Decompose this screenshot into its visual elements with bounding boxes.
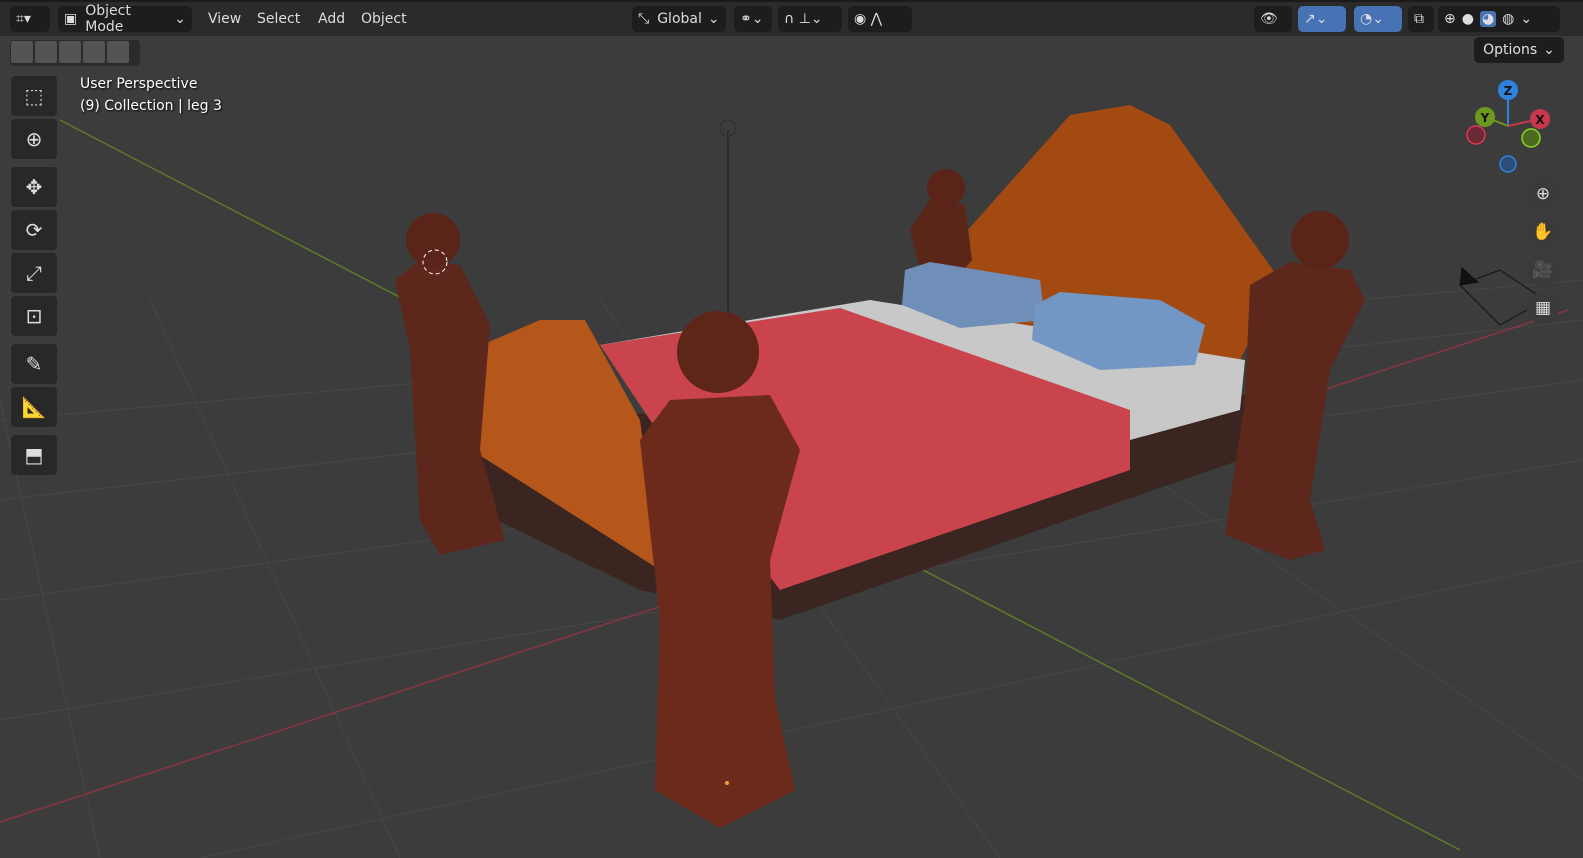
collection-label: (9) Collection | leg 3 [80,98,222,114]
menu-select[interactable]: Select [257,11,300,27]
grid-perspective-icon: ▦ [1534,298,1552,318]
rotate-icon: ⟳ [25,218,43,242]
origin-point [725,781,729,785]
zoom-view-button[interactable]: ⊕ [1527,178,1559,210]
object-mode-icon: ▣ [64,11,78,27]
options-label: Options [1483,42,1538,58]
perspective-toggle-button[interactable]: ▦ [1527,292,1559,324]
3d-viewport-icon: ⌗▾ [16,11,31,27]
measure-icon: 📐 [21,395,47,419]
camera-view-button[interactable]: 🎥 [1527,254,1559,286]
options-dropdown[interactable]: Options ⌄ [1474,37,1564,63]
menu-add[interactable]: Add [318,11,345,27]
move-icon: ✥ [25,175,43,199]
transform-tool[interactable]: ⊡ [11,296,57,336]
shading-modes: ⊕ ● ◕ ◍ ⌄ [1438,6,1560,32]
select-extend-icon[interactable] [35,41,57,63]
select-subtract-icon[interactable] [59,41,81,63]
wireframe-shading-icon[interactable]: ⊕ [1444,11,1456,27]
editor-type-button[interactable]: ⌗▾ [10,6,50,32]
rotate-tool[interactable]: ⟳ [11,210,57,250]
select-difference-icon[interactable] [83,41,105,63]
chevron-down-icon[interactable]: ⌄ [1520,11,1532,27]
scene-canvas [0,105,1583,858]
zoom-icon: ⊕ [1535,184,1551,204]
measure-tool[interactable]: 📐 [11,387,57,427]
eye-icon: 👁 [1260,11,1278,27]
add-cube-tool[interactable]: ⬒ [11,435,57,475]
material-preview-shading-icon[interactable]: ◕ [1479,11,1497,27]
proportional-edit-icon: ◉ ⋀ [854,11,883,27]
select-box-tool[interactable]: ⬚ [11,76,57,116]
overlays-icon: ◔⌄ [1360,11,1384,27]
pivot-point-dropdown[interactable]: ⚭⌄ [734,6,772,32]
move-tool[interactable]: ✥ [11,167,57,207]
hand-icon: ✋ [1532,222,1554,242]
scale-icon: ⤢ [26,261,42,285]
chevron-down-icon: ⌄ [707,11,720,27]
bed-model [395,105,1365,828]
cursor-icon: ⊕ [25,127,43,151]
mode-dropdown[interactable]: ▣ Object Mode ⌄ [58,3,192,35]
solid-shading-icon[interactable]: ● [1462,11,1474,27]
header-bar: ⌗▾ ▣ Object Mode ⌄ View Select Add Object … [0,0,1583,36]
select-intersect-icon[interactable] [107,41,129,63]
pan-view-button[interactable]: ✋ [1527,216,1559,248]
magnet-icon: ∩ ⊥⌄ [784,11,823,27]
snap-toggle[interactable]: ∩ ⊥⌄ [778,6,842,32]
chevron-down-icon: ⌄ [1543,42,1555,58]
transform-icon: ⊡ [25,304,43,328]
add-cube-icon: ⬒ [24,443,44,467]
3d-viewport[interactable]: Options ⌄ ⬚ ⊕ ✥ ⟳ ⤢ ⊡ ✎ 📐 ⬒ User Perspect… [0,36,1583,858]
proportional-edit-toggle[interactable]: ◉ ⋀ [848,6,912,32]
gizmo-toggle[interactable]: ↗⌄ [1298,6,1346,32]
mode-label: Object Mode [85,3,131,35]
transform-orientation-dropdown[interactable]: ⤡ Global ⌄ [632,6,726,32]
menu-view[interactable]: View [208,11,241,27]
xray-icon: ⧉ [1414,11,1424,27]
chevron-down-icon: ⌄ [174,11,186,27]
orientation-icon: ⤡ [638,11,650,27]
gizmo-y-label: Y [1480,111,1490,125]
gizmo-z-label: Z [1504,84,1513,98]
xray-toggle[interactable]: ⧉ [1408,6,1434,32]
pivot-icon: ⚭⌄ [740,11,764,27]
menu-object[interactable]: Object [361,11,407,27]
gizmo-x-label: X [1535,113,1545,127]
orientation-label: Global [657,11,702,27]
select-new-icon[interactable] [11,41,33,63]
scale-tool[interactable]: ⤢ [11,253,57,293]
overlays-toggle[interactable]: ◔⌄ [1354,6,1402,32]
annotate-icon: ✎ [25,352,43,376]
camera-icon: 🎥 [1532,260,1554,280]
select-box-icon: ⬚ [24,84,44,108]
visibility-dropdown[interactable]: 👁 [1254,6,1292,32]
gizmo-icon: ↗⌄ [1304,11,1328,27]
cursor-tool[interactable]: ⊕ [11,119,57,159]
view-perspective-label: User Perspective [80,76,198,92]
navigation-gizmo[interactable]: Z Y X [1460,76,1560,176]
rendered-shading-icon[interactable]: ◍ [1502,11,1514,27]
annotate-tool[interactable]: ✎ [11,344,57,384]
